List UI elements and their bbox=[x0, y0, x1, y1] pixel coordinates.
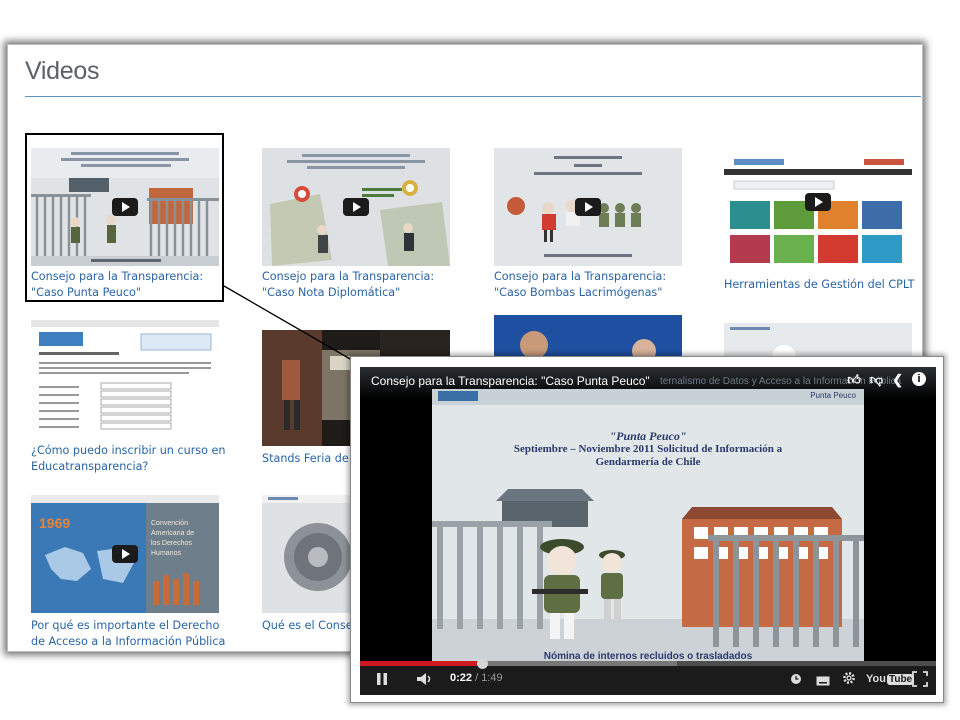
play-icon bbox=[805, 193, 831, 212]
progress-played bbox=[360, 661, 483, 666]
play-icon bbox=[112, 545, 138, 563]
youtube-logo[interactable]: You Tube bbox=[866, 671, 915, 687]
screenshot-stage: Videos Consejo para la Transparencia: "C… bbox=[0, 0, 960, 720]
like-icon[interactable]: 👍︎ bbox=[847, 372, 861, 388]
play-icon bbox=[575, 198, 601, 216]
video-thumbnail-herramientas[interactable] bbox=[724, 155, 912, 273]
video-player[interactable]: ternalismo de Datos y Acceso a la Inform… bbox=[360, 367, 936, 695]
player-controls: 0:22 / 1:49 You Tube bbox=[360, 658, 936, 695]
time-display: 0:22 / 1:49 bbox=[450, 672, 503, 684]
info-icon[interactable]: i bbox=[912, 372, 926, 386]
video-frame[interactable]: "Punta Peuco" Septiembre – Noviembre 201… bbox=[432, 389, 864, 664]
progress-bar[interactable] bbox=[360, 658, 936, 669]
play-icon bbox=[343, 198, 369, 216]
pause-icon[interactable] bbox=[376, 672, 388, 686]
video-title-bombas-lacrimogenas[interactable]: Consejo para la Transparencia: "Caso Bom… bbox=[494, 269, 699, 301]
duration: 1:49 bbox=[481, 672, 503, 684]
fullscreen-icon[interactable] bbox=[912, 671, 928, 687]
slide-title: "Punta Peuco" bbox=[609, 429, 687, 443]
slide-corner-label: Punta Peuco bbox=[810, 391, 856, 400]
slide-subtitle: Septiembre – Noviembre 2011 Solicitud de… bbox=[513, 443, 783, 468]
settings-icon[interactable] bbox=[842, 671, 856, 685]
svg-text:Convención: Convención bbox=[151, 520, 188, 527]
title-divider bbox=[25, 96, 921, 97]
watch-later-icon[interactable] bbox=[790, 672, 802, 684]
svg-text:los Derechos: los Derechos bbox=[151, 540, 192, 547]
current-time: 0:22 bbox=[450, 672, 473, 684]
video-title-derecho-acceso[interactable]: Por qué es importante el Derecho de Acce… bbox=[31, 618, 236, 650]
volume-icon[interactable] bbox=[416, 672, 434, 686]
dislike-icon[interactable]: 👎︎ bbox=[870, 372, 883, 388]
player-top-actions: 👍︎ 👎︎ ❮ i bbox=[847, 372, 926, 388]
svg-text:Humanos: Humanos bbox=[151, 550, 181, 557]
video-title-educatransparencia[interactable]: ¿Cómo puedo inscribir un curso en Educat… bbox=[31, 443, 236, 475]
captions-icon[interactable] bbox=[816, 673, 830, 686]
page-title: Videos bbox=[25, 57, 100, 85]
video-thumbnail-educatransparencia[interactable] bbox=[31, 320, 219, 438]
video-title-herramientas[interactable]: Herramientas de Gestión del CPLT bbox=[724, 277, 922, 293]
svg-text:Americana de: Americana de bbox=[151, 530, 194, 537]
thumb-year-label: 1969 bbox=[39, 515, 70, 531]
video-thumbnail-bombas-lacrimogenas[interactable] bbox=[494, 148, 682, 266]
selected-video-highlight bbox=[25, 133, 224, 302]
player-title[interactable]: Consejo para la Transparencia: "Caso Pun… bbox=[371, 374, 650, 388]
video-player-popup: ternalismo de Datos y Acceso a la Inform… bbox=[350, 356, 944, 703]
share-icon[interactable]: ❮ bbox=[892, 372, 903, 388]
video-title-nota-diplomatica[interactable]: Consejo para la Transparencia: "Caso Not… bbox=[262, 269, 467, 301]
video-thumbnail-nota-diplomatica[interactable] bbox=[262, 148, 450, 266]
video-thumbnail-derecho-acceso[interactable]: 1969 Convención Americana de los Derecho… bbox=[31, 495, 219, 613]
progress-scrubber-handle[interactable] bbox=[477, 658, 489, 669]
